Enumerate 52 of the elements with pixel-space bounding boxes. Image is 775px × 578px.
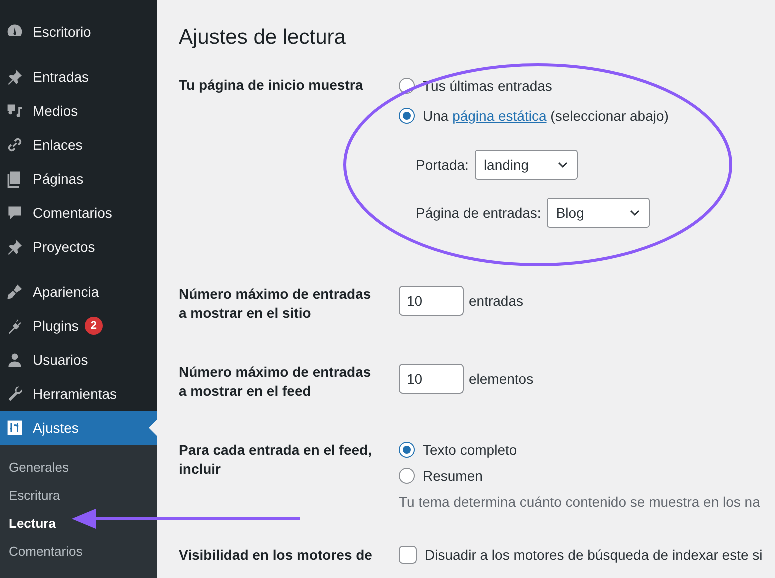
static-page-link[interactable]: página estática: [452, 108, 547, 124]
submenu-item[interactable]: Comentarios: [0, 537, 157, 565]
sidebar-menu-item[interactable]: Escritorio: [0, 15, 157, 49]
sidebar-menu-item[interactable]: Herramientas: [0, 377, 157, 411]
sidebar-menu-item[interactable]: Comentarios: [0, 196, 157, 230]
sidebar-menu-item[interactable]: Ajustes: [0, 411, 157, 445]
menu-icon: [6, 238, 24, 256]
sidebar-menu-item[interactable]: Plugins 2: [0, 309, 157, 343]
sidebar-menu-item[interactable]: Entradas: [0, 60, 157, 94]
menu-icon: [6, 204, 24, 222]
update-count-badge: 2: [84, 317, 103, 335]
radio-button[interactable]: [399, 108, 415, 124]
menu-icon: [6, 385, 24, 403]
option-label: Texto completo: [423, 442, 518, 458]
unit-label: entradas: [469, 292, 524, 308]
select-label: Página de entradas:: [416, 205, 542, 221]
sidebar-menu-item[interactable]: Enlaces: [0, 128, 157, 162]
page-title: Ajustes de lectura: [179, 25, 347, 51]
setting-label: Visibilidad en los motores de: [179, 546, 374, 565]
submenu-item[interactable]: Escritura: [0, 481, 157, 509]
option-label: Disuadir a los motores de búsqueda de indexar este si: [425, 547, 763, 563]
page-dropdown[interactable]: Blog: [547, 198, 650, 228]
option-label: Una página estática (seleccionar abajo): [423, 108, 669, 124]
sidebar-menu-item[interactable]: Proyectos: [0, 230, 157, 264]
setting-label: Número máximo de entradas a mostrar en el feed: [179, 363, 372, 401]
number-input[interactable]: 10: [399, 286, 464, 316]
setting-label: Tu página de inicio muestra: [179, 76, 364, 95]
sidebar-menu-item[interactable]: Páginas: [0, 162, 157, 196]
menu-icon: [6, 351, 24, 369]
sidebar-menu-item[interactable]: Apariencia: [0, 275, 157, 309]
menu-icon: [6, 136, 24, 154]
checkbox[interactable]: [399, 546, 417, 564]
radio-button[interactable]: [399, 442, 415, 458]
submenu-item[interactable]: Generales: [0, 453, 157, 481]
setting-description: Tu tema determina cuánto contenido se muestra en los na: [399, 494, 760, 510]
submenu-item[interactable]: Lectura: [0, 509, 157, 537]
sidebar-menu-item[interactable]: Medios: [0, 94, 157, 128]
menu-icon: [6, 419, 24, 437]
option-label: Resumen: [423, 468, 483, 484]
unit-label: elementos: [469, 370, 534, 386]
select-label: Portada:: [416, 157, 469, 173]
radio-button[interactable]: [399, 468, 415, 484]
setting-label: Para cada entrada en el feed, incluir: [179, 441, 373, 479]
sidebar-menu-item[interactable]: Usuarios: [0, 343, 157, 377]
menu-icon: [6, 283, 24, 301]
number-input[interactable]: 10: [399, 364, 464, 394]
menu-icon: [6, 68, 24, 86]
setting-label: Número máximo de entradas a mostrar en el sitio: [179, 285, 372, 323]
menu-icon: [6, 102, 24, 120]
page-dropdown[interactable]: landing: [474, 150, 578, 180]
current-menu-pointer: [149, 420, 157, 436]
menu-icon: [6, 317, 24, 335]
